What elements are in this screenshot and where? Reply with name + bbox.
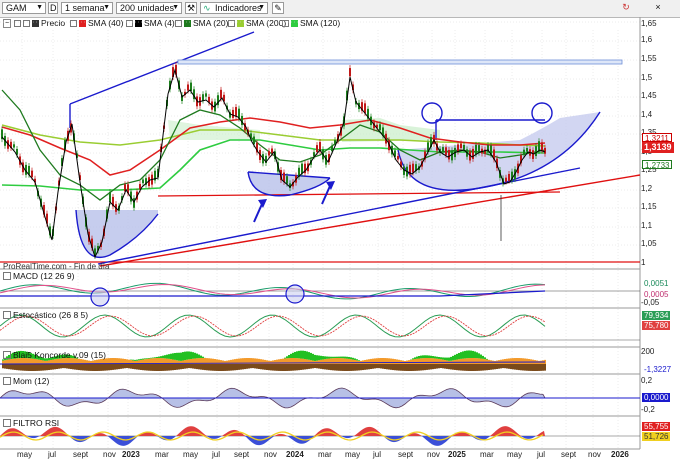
price-badge-sma40: 1,3211 — [642, 133, 672, 143]
rsi-filter-pane[interactable] — [0, 426, 640, 446]
red-trendline[interactable] — [99, 174, 641, 267]
koncorde-value: -1,3227 — [644, 365, 672, 374]
macd-title[interactable]: MACD (12 26 9) — [3, 271, 74, 281]
settings-icon[interactable] — [3, 311, 11, 319]
momentum-pane[interactable] — [0, 387, 640, 409]
koncorde-title[interactable]: Blai5 Koncorde v.09 (15) — [3, 350, 106, 360]
macd-axis-tick: -0,05 — [641, 298, 660, 307]
resistance-band[interactable] — [177, 59, 623, 65]
support-line[interactable] — [157, 191, 561, 197]
price-badge-last: 1,3139 — [642, 142, 674, 153]
settings-icon[interactable] — [3, 272, 11, 280]
macd-value: 0,0051 — [644, 279, 669, 288]
macd-pane[interactable] — [0, 282, 640, 307]
momentum-value: 0,0000 — [642, 393, 671, 402]
koncorde-axis-top: 200 — [641, 347, 655, 356]
stochastic-k-value: 79,934 — [642, 311, 671, 320]
stochastic-pane[interactable] — [0, 314, 640, 341]
momentum-axis-top: 0,2 — [641, 376, 653, 385]
rsi-value: 55,755 — [642, 422, 671, 431]
chart-canvas[interactable] — [0, 0, 680, 461]
settings-icon[interactable] — [3, 377, 11, 385]
settings-icon[interactable] — [3, 351, 11, 359]
momentum-title[interactable]: Mom (12) — [3, 376, 49, 386]
settings-icon[interactable] — [3, 419, 11, 427]
rsi-filter-title[interactable]: FILTRO RSI — [3, 418, 59, 428]
stochastic-d-value: 75,780 — [642, 321, 671, 330]
momentum-axis-bottom: -0,2 — [641, 405, 655, 414]
watermark: ProRealTime.com - Fin de día — [3, 262, 110, 271]
rsi-filter-value: 51,726 — [642, 432, 671, 441]
stochastic-title[interactable]: Estocástico (26 8 5) — [3, 310, 88, 320]
price-badge-sma20: 1,2733 — [642, 160, 673, 170]
